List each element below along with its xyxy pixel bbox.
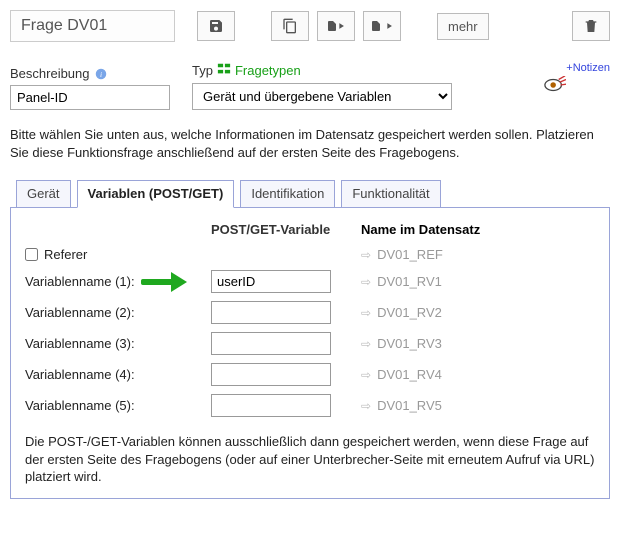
more-button[interactable]: mehr: [437, 13, 489, 40]
variable-label: Variablenname (1):: [25, 274, 135, 289]
col-header-dataset: Name im Datensatz: [361, 222, 595, 237]
page-title: Frage DV01: [10, 10, 175, 42]
doc-out-icon: [370, 20, 382, 32]
referer-label: Referer: [44, 247, 87, 262]
questiontype-icon: [217, 62, 231, 79]
variable-name-input[interactable]: [211, 270, 331, 293]
svg-text:i: i: [99, 69, 101, 78]
arrow-right-icon: [336, 21, 346, 31]
variable-label: Variablenname (3):: [25, 336, 211, 351]
variable-row: Variablenname (4): ⇨ DV01_RV4: [25, 363, 595, 386]
info-icon: i: [94, 67, 108, 81]
explanation-text: Bitte wählen Sie unten aus, welche Infor…: [10, 126, 610, 161]
save-button[interactable]: [197, 11, 235, 41]
map-arrow-icon: ⇨: [361, 399, 371, 413]
variable-name-input[interactable]: [211, 332, 331, 355]
variable-label: Variablenname (4):: [25, 367, 211, 382]
referer-row: Referer ⇨ DV01_REF: [25, 247, 595, 262]
dataset-name: DV01_RV2: [377, 305, 442, 320]
map-arrow-icon: ⇨: [361, 368, 371, 382]
questiontypes-link[interactable]: Fragetypen: [235, 63, 301, 78]
meta-row: Beschreibung i Typ Fragetypen Gerät und …: [10, 62, 610, 110]
variable-row: Variablenname (1): ⇨ DV01_RV1: [25, 270, 595, 293]
col-header-variable: POST/GET-Variable: [211, 222, 361, 237]
map-arrow-icon: ⇨: [361, 337, 371, 351]
map-arrow-icon: ⇨: [361, 275, 371, 289]
dataset-name: DV01_RV3: [377, 336, 442, 351]
copy-icon: [282, 18, 298, 34]
variable-name-input[interactable]: [211, 363, 331, 386]
variable-row: Variablenname (5): ⇨ DV01_RV5: [25, 394, 595, 417]
map-arrow-icon: ⇨: [361, 306, 371, 320]
pointer-arrow-icon: [141, 273, 189, 291]
dataset-name: DV01_RV5: [377, 398, 442, 413]
referer-checkbox[interactable]: [25, 248, 38, 261]
variable-row: Variablenname (2): ⇨ DV01_RV2: [25, 301, 595, 324]
tab-identification[interactable]: Identifikation: [240, 180, 335, 208]
dataset-name: DV01_RV1: [377, 274, 442, 289]
tabs: Gerät Variablen (POST/GET) Identifikatio…: [10, 179, 610, 499]
type-select[interactable]: Gerät und übergebene Variablen: [192, 83, 452, 110]
map-arrow-icon: ⇨: [361, 248, 371, 262]
tab-panel-variables: POST/GET-Variable Name im Datensatz Refe…: [10, 207, 610, 499]
duplicate-button[interactable]: [271, 11, 309, 41]
import-button[interactable]: [317, 11, 355, 41]
tab-functionality[interactable]: Funktionalität: [341, 180, 440, 208]
description-input[interactable]: [10, 85, 170, 110]
type-label: Typ: [192, 63, 213, 78]
top-toolbar: Frage DV01 mehr: [10, 10, 610, 42]
tab-variables[interactable]: Variablen (POST/GET): [77, 180, 235, 208]
arrow-right-icon: [384, 21, 394, 31]
dataset-name: DV01_REF: [377, 247, 443, 262]
variable-row: Variablenname (3): ⇨ DV01_RV3: [25, 332, 595, 355]
delete-button[interactable]: [572, 11, 610, 41]
trash-icon: [583, 18, 599, 34]
preview-icon[interactable]: [544, 76, 566, 97]
variable-name-input[interactable]: [211, 394, 331, 417]
notes-link[interactable]: +Notizen: [566, 62, 610, 74]
tab-device[interactable]: Gerät: [16, 180, 71, 208]
description-label: Beschreibung: [10, 66, 90, 81]
dataset-name: DV01_RV4: [377, 367, 442, 382]
variable-label: Variablenname (2):: [25, 305, 211, 320]
save-icon: [208, 18, 224, 34]
variable-name-input[interactable]: [211, 301, 331, 324]
variable-label: Variablenname (5):: [25, 398, 211, 413]
panel-note: Die POST-/GET-Variablen können ausschlie…: [25, 433, 595, 486]
export-button[interactable]: [363, 11, 401, 41]
